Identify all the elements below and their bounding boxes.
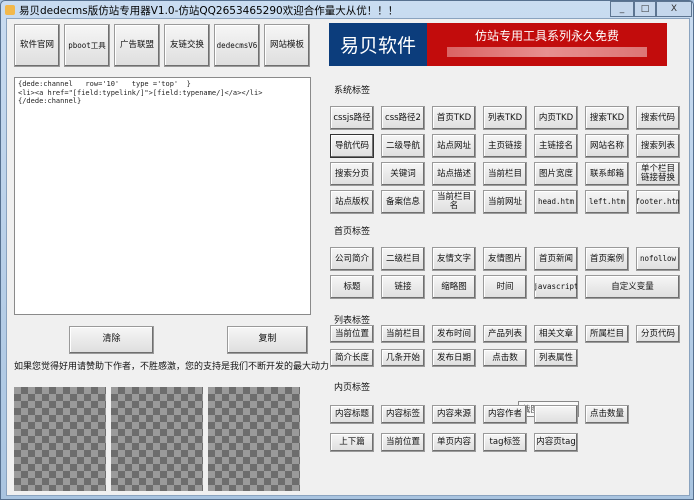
system-tag-button[interactable]: 搜索分页 <box>330 162 374 186</box>
list-tag-button[interactable]: 发布日期 <box>432 349 476 367</box>
maximize-button[interactable]: □ <box>634 1 656 17</box>
list-tag-button[interactable]: 点击数 <box>483 349 527 367</box>
list-tag-button[interactable]: 相关文章 <box>534 325 578 343</box>
home-tag-button[interactable]: 友情文字 <box>432 247 476 271</box>
minimize-button[interactable]: _ <box>610 1 634 17</box>
home-tag-button[interactable]: 二级栏目 <box>381 247 425 271</box>
system-tag-button[interactable]: 网站名称 <box>585 134 629 158</box>
system-tag-button[interactable]: 单个栏目链接替换 <box>636 162 680 186</box>
copy-button[interactable]: 复制 <box>227 326 308 354</box>
inner-tag-button[interactable]: 内容作者 <box>483 405 527 424</box>
top-nav-button[interactable]: pboot工具 <box>64 24 110 67</box>
home-tag-button[interactable]: 公司简介 <box>330 247 374 271</box>
clear-button[interactable]: 清除 <box>69 326 154 354</box>
inner-tag-button[interactable]: tag标签 <box>483 433 527 452</box>
window-title: 易贝dedecms版仿站专用器V1.0-仿站QQ2653465290欢迎合作量大… <box>19 5 399 17</box>
banner-slogan-box: 仿站专用工具系列永久免费 <box>427 23 667 66</box>
list-tag-button[interactable]: 当前位置 <box>330 325 374 343</box>
top-nav-button[interactable]: dedecmsV6 <box>214 24 260 67</box>
home-tag-button[interactable]: 首页案例 <box>585 247 629 271</box>
system-tag-button[interactable]: 搜索代码 <box>636 106 680 130</box>
system-tag-button[interactable]: 首页TKD <box>432 106 476 130</box>
system-tag-button[interactable]: 图片宽度 <box>534 162 578 186</box>
home-tag-button[interactable]: 标题 <box>330 275 374 299</box>
system-tag-button[interactable]: cssjs路径 <box>330 106 374 130</box>
banner-slogan: 仿站专用工具系列永久免费 <box>474 29 619 43</box>
top-nav-button[interactable]: 软件官网 <box>14 24 60 67</box>
home-tag-button[interactable]: 首页新闻 <box>534 247 578 271</box>
list-tag-button[interactable]: 分页代码 <box>636 325 680 343</box>
list-tag-button[interactable]: 简介长度 <box>330 349 374 367</box>
home-tag-button[interactable]: 缩略图 <box>432 275 476 299</box>
system-tag-button[interactable]: 当前网址 <box>483 190 527 214</box>
top-nav-button[interactable]: 广告联盟 <box>114 24 160 67</box>
system-tag-button[interactable]: 联系邮箱 <box>585 162 629 186</box>
system-tag-button[interactable]: 关键词 <box>381 162 425 186</box>
inner-tag-button[interactable] <box>534 405 578 424</box>
top-nav-button[interactable]: 网站模板 <box>264 24 310 67</box>
inner-tag-button[interactable]: 内容标签 <box>381 405 425 424</box>
list-tag-button[interactable]: 几条开始 <box>381 349 425 367</box>
list-tag-button[interactable]: 当前栏目 <box>381 325 425 343</box>
close-button[interactable]: X <box>656 1 692 17</box>
list-tag-button[interactable]: 发布时间 <box>432 325 476 343</box>
app-window: 易贝dedecms版仿站专用器V1.0-仿站QQ2653465290欢迎合作量大… <box>0 0 694 500</box>
list-tag-button[interactable]: 列表属性 <box>534 349 578 367</box>
inner-section-label: 内页标签 <box>334 383 371 393</box>
system-tag-button[interactable]: 主链接名 <box>534 134 578 158</box>
system-tag-button[interactable]: 备案信息 <box>381 190 425 214</box>
system-tag-button[interactable]: 当前栏目 <box>483 162 527 186</box>
inner-tag-button[interactable]: 内容标题 <box>330 405 374 424</box>
home-tag-button[interactable]: 友情图片 <box>483 247 527 271</box>
inner-tag-button[interactable]: 内容页tag <box>534 433 578 452</box>
inner-tag-button[interactable]: 单页内容 <box>432 433 476 452</box>
top-nav-button[interactable]: 友链交换 <box>164 24 210 67</box>
system-tag-button[interactable]: 二级导航 <box>381 134 425 158</box>
inner-tag-button[interactable]: 当前位置 <box>381 433 425 452</box>
list-tag-button[interactable]: 所属栏目 <box>585 325 629 343</box>
home-tag-button[interactable]: 自定义变量 <box>585 275 680 299</box>
code-editor[interactable]: {dede:channel row='10' type ='top' } <li… <box>14 77 311 315</box>
system-tag-button[interactable]: css路径2 <box>381 106 425 130</box>
banner-blurred-text <box>447 47 647 57</box>
donate-text: 如果您觉得好用请赞助下作者，不胜感激，您的支持是我们不断开发的最大动力 <box>14 362 330 372</box>
banner-logo: 易贝软件 <box>329 23 427 66</box>
system-tag-button[interactable]: footer.htm <box>636 190 680 214</box>
inner-tag-button[interactable]: 上下篇 <box>330 433 374 452</box>
home-tag-button[interactable]: javascript <box>534 275 578 299</box>
app-icon <box>5 5 15 15</box>
donate-qr-image <box>111 387 203 491</box>
system-tag-button[interactable]: 当前栏目名 <box>432 190 476 214</box>
inner-tag-button[interactable]: 点击数量 <box>585 405 629 424</box>
system-tag-button[interactable]: 内页TKD <box>534 106 578 130</box>
home-tag-button[interactable]: 时间 <box>483 275 527 299</box>
system-tag-button[interactable]: 主页链接 <box>483 134 527 158</box>
system-tag-button[interactable]: head.htm <box>534 190 578 214</box>
system-tag-button[interactable]: left.htm <box>585 190 629 214</box>
client-area: 易贝软件 仿站专用工具系列永久免费 {dede:channel row='10'… <box>6 18 690 496</box>
system-tag-button[interactable]: 搜索列表 <box>636 134 680 158</box>
list-tag-button[interactable]: 产品列表 <box>483 325 527 343</box>
home-tag-button[interactable]: nofollow <box>636 247 680 271</box>
donate-qr-image <box>208 387 300 491</box>
system-tag-button[interactable]: 搜索TKD <box>585 106 629 130</box>
banner[interactable]: 易贝软件 仿站专用工具系列永久免费 <box>329 23 667 66</box>
system-tag-button[interactable]: 站点版权 <box>330 190 374 214</box>
home-tag-button[interactable]: 链接 <box>381 275 425 299</box>
system-section-label: 系统标签 <box>334 86 371 96</box>
inner-tag-button[interactable]: 内容来源 <box>432 405 476 424</box>
system-tag-button[interactable]: 列表TKD <box>483 106 527 130</box>
home-section-label: 首页标签 <box>334 227 371 237</box>
system-tag-button[interactable]: 站点网址 <box>432 134 476 158</box>
system-tag-button[interactable]: 导航代码 <box>330 134 374 158</box>
system-tag-button[interactable]: 站点描述 <box>432 162 476 186</box>
donate-qr-image <box>14 387 106 491</box>
